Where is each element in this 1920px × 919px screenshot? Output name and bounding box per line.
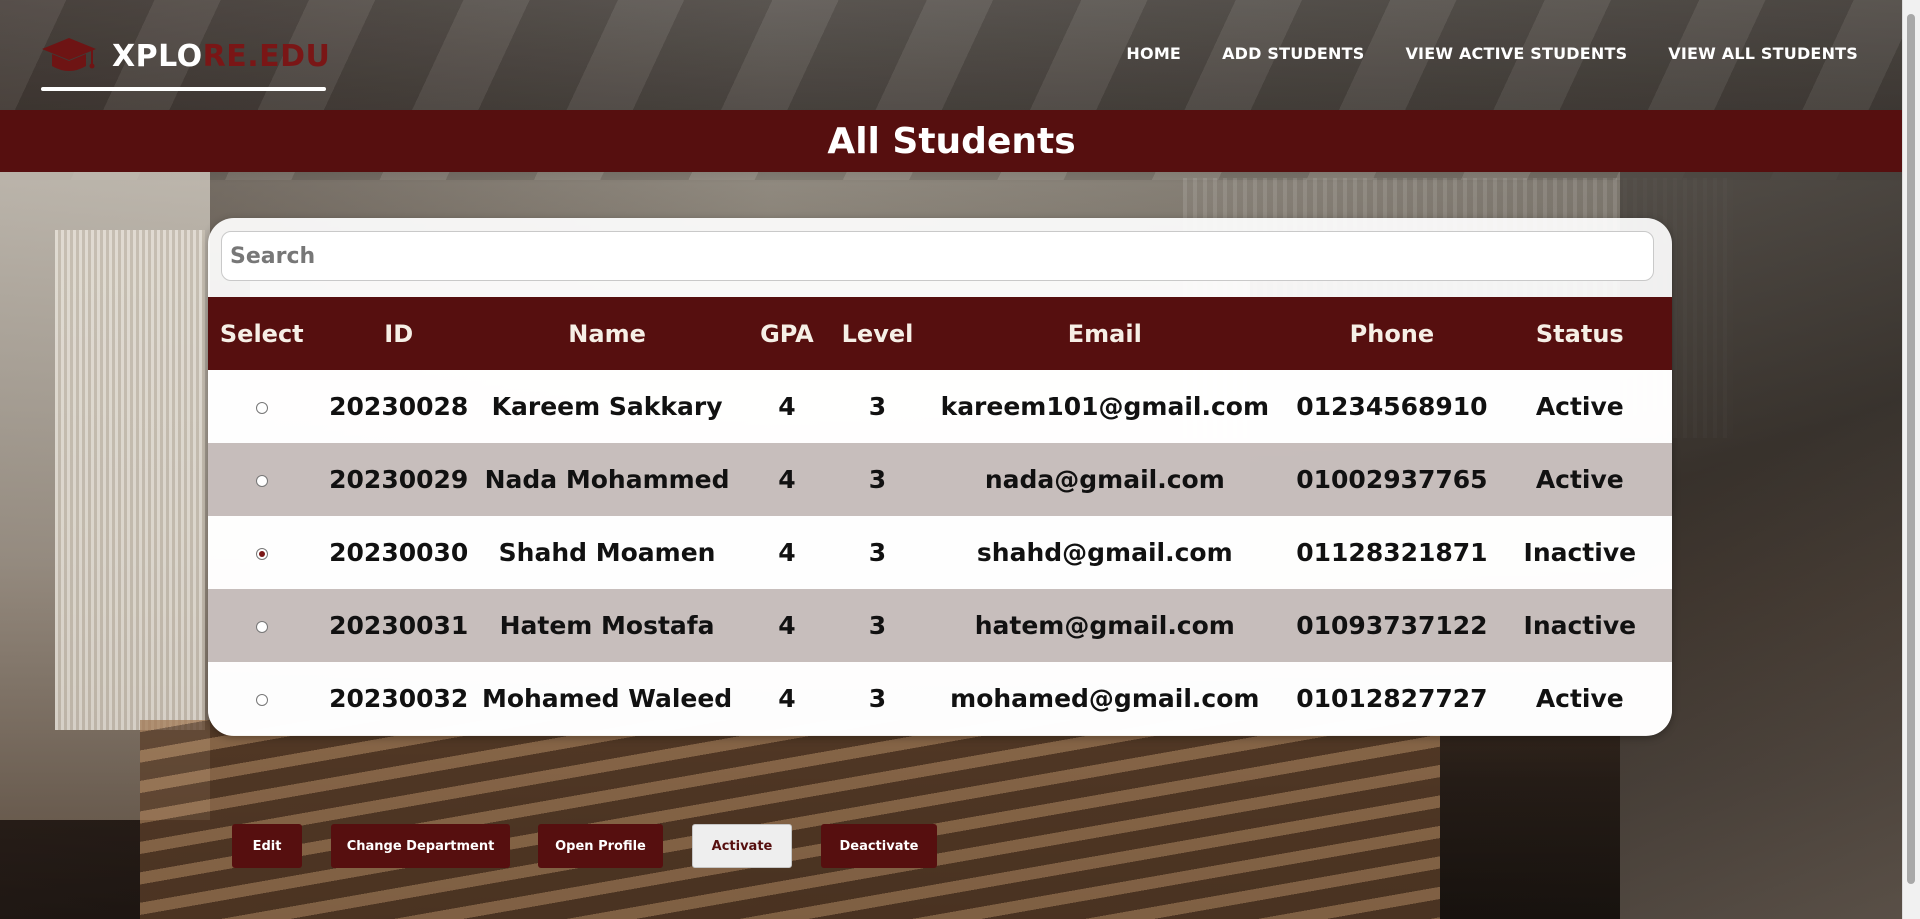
nav-link-add-students[interactable]: ADD STUDENTS [1222, 44, 1364, 63]
scrollbar-thumb[interactable] [1907, 14, 1915, 884]
nav-menu: HOME ADD STUDENTS VIEW ACTIVE STUDENTS V… [1126, 44, 1858, 63]
action-buttons: Edit Change Department Open Profile Acti… [0, 824, 1000, 868]
page: XPLORE.EDU HOME ADD STUDENTS VIEW ACTIVE… [0, 0, 1920, 919]
student-gpa: 4 [732, 589, 842, 662]
page-scrollbar[interactable] [1902, 0, 1920, 919]
open-profile-button[interactable]: Open Profile [538, 824, 663, 868]
select-radio[interactable] [255, 402, 268, 414]
select-cell [208, 370, 316, 443]
select-radio[interactable] [255, 475, 268, 487]
student-gpa: 4 [732, 662, 842, 735]
student-email: hatem@gmail.com [913, 589, 1297, 662]
student-email: kareem101@gmail.com [913, 370, 1297, 443]
edit-button[interactable]: Edit [232, 824, 302, 868]
table-header-row: Select ID Name GPA Level Email Phone Sta… [208, 297, 1672, 370]
nav-link-home[interactable]: HOME [1126, 44, 1181, 63]
student-email: shahd@gmail.com [913, 516, 1297, 589]
logo-text: XPLORE.EDU [112, 39, 330, 74]
student-status: Inactive [1487, 589, 1672, 662]
students-table: Select ID Name GPA Level Email Phone Sta… [208, 297, 1672, 735]
column-header-email: Email [913, 297, 1297, 370]
column-header-status: Status [1487, 297, 1672, 370]
column-header-level: Level [841, 297, 914, 370]
student-name: Nada Mohammed [481, 443, 733, 516]
student-gpa: 4 [732, 516, 842, 589]
student-level: 3 [841, 443, 914, 516]
title-bar: All Students [0, 110, 1903, 172]
student-gpa: 4 [732, 443, 842, 516]
column-header-name: Name [481, 297, 733, 370]
column-header-select: Select [208, 297, 316, 370]
student-level: 3 [841, 370, 914, 443]
background-curtain [55, 230, 205, 730]
student-id: 20230031 [315, 589, 482, 662]
select-radio[interactable] [255, 694, 268, 706]
student-name: Shahd Moamen [481, 516, 733, 589]
student-status: Inactive [1487, 516, 1672, 589]
student-id: 20230030 [315, 516, 482, 589]
student-level: 3 [841, 662, 914, 735]
student-gpa: 4 [732, 370, 842, 443]
student-status: Active [1487, 443, 1672, 516]
student-level: 3 [841, 516, 914, 589]
page-title: All Students [827, 120, 1076, 162]
table-row[interactable]: 20230031 Hatem Mostafa 4 3 hatem@gmail.c… [208, 589, 1672, 662]
student-phone: 01234568910 [1296, 370, 1488, 443]
table-row[interactable]: 20230028 Kareem Sakkary 4 3 kareem101@gm… [208, 370, 1672, 443]
column-header-gpa: GPA [732, 297, 842, 370]
student-name: Kareem Sakkary [481, 370, 733, 443]
column-header-phone: Phone [1296, 297, 1488, 370]
table-row[interactable]: 20230030 Shahd Moamen 4 3 shahd@gmail.co… [208, 516, 1672, 589]
student-phone: 01128321871 [1296, 516, 1488, 589]
navbar: XPLORE.EDU HOME ADD STUDENTS VIEW ACTIVE… [0, 0, 1903, 110]
activate-button[interactable]: Activate [692, 824, 792, 868]
table-row[interactable]: 20230029 Nada Mohammed 4 3 nada@gmail.co… [208, 443, 1672, 516]
student-id: 20230032 [315, 662, 482, 735]
student-email: mohamed@gmail.com [913, 662, 1297, 735]
student-phone: 01002937765 [1296, 443, 1488, 516]
student-id: 20230029 [315, 443, 482, 516]
column-header-id: ID [315, 297, 482, 370]
student-status: Active [1487, 662, 1672, 735]
select-cell [208, 662, 316, 735]
graduation-cap-icon [42, 38, 96, 71]
nav-link-view-active-students[interactable]: VIEW ACTIVE STUDENTS [1405, 44, 1627, 63]
select-cell [208, 443, 316, 516]
select-cell [208, 516, 316, 589]
select-radio[interactable] [255, 548, 268, 560]
select-radio[interactable] [255, 621, 268, 633]
student-status: Active [1487, 370, 1672, 443]
search-input[interactable] [221, 231, 1654, 281]
students-card: Select ID Name GPA Level Email Phone Sta… [208, 218, 1672, 736]
student-name: Hatem Mostafa [481, 589, 733, 662]
deactivate-button[interactable]: Deactivate [821, 824, 937, 868]
change-department-button[interactable]: Change Department [331, 824, 510, 868]
table-row[interactable]: 20230032 Mohamed Waleed 4 3 mohamed@gmai… [208, 662, 1672, 735]
background-seats [140, 720, 1440, 919]
logo-text-part2: RE.EDU [202, 38, 331, 74]
select-cell [208, 589, 316, 662]
logo-text-part1: XPLO [112, 38, 203, 74]
logo-underline [41, 87, 326, 91]
logo[interactable]: XPLORE.EDU [40, 36, 330, 76]
student-phone: 01093737122 [1296, 589, 1488, 662]
nav-link-view-all-students[interactable]: VIEW ALL STUDENTS [1668, 44, 1858, 63]
student-id: 20230028 [315, 370, 482, 443]
student-name: Mohamed Waleed [481, 662, 733, 735]
student-phone: 01012827727 [1296, 662, 1488, 735]
student-level: 3 [841, 589, 914, 662]
student-email: nada@gmail.com [913, 443, 1297, 516]
